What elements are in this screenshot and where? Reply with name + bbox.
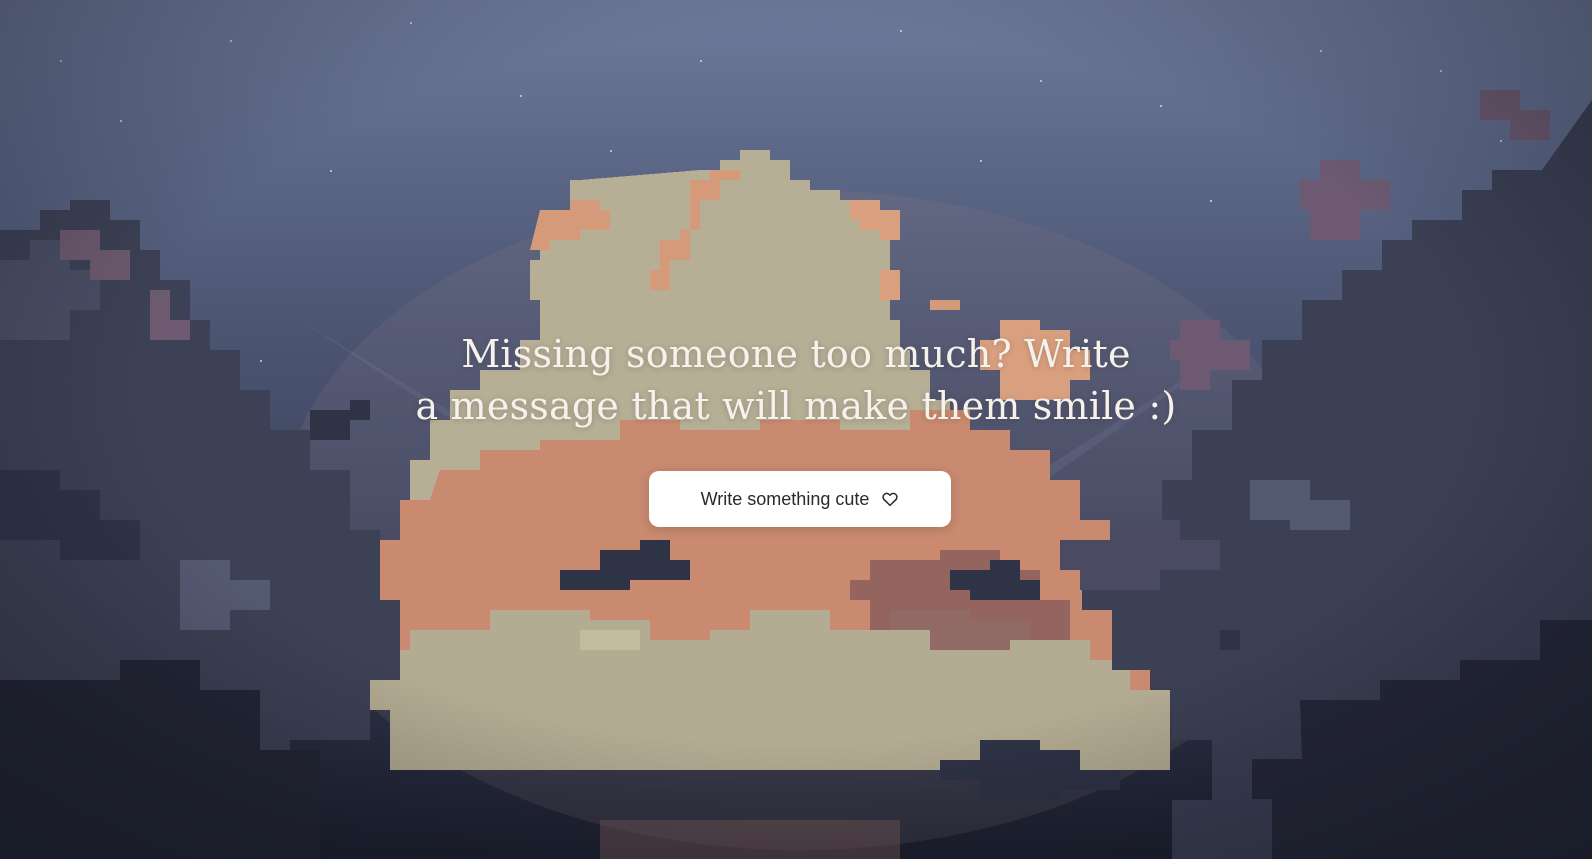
cta-label: Write something cute <box>700 488 870 509</box>
headline-line-1: Missing someone too much? Write <box>461 332 1131 376</box>
hero: Missing someone too much? Write a messag… <box>0 328 1592 527</box>
heart-icon <box>881 490 899 508</box>
headline: Missing someone too much? Write a messag… <box>346 328 1246 432</box>
pixel-sky-background: Missing someone too much? Write a messag… <box>0 0 1592 859</box>
write-something-cute-button[interactable]: Write something cute <box>649 471 951 527</box>
headline-line-2: a message that will make them smile :) <box>415 384 1177 428</box>
